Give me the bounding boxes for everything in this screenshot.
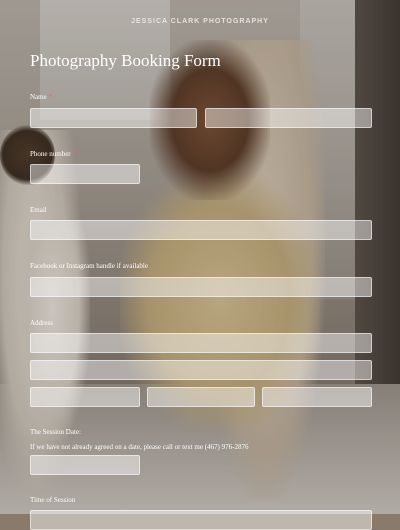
address-city-input[interactable] [30, 387, 140, 407]
address-label: Address [30, 319, 53, 327]
email-label: Email [30, 206, 47, 214]
social-handle-label: Facebook or Instagram handle if availabl… [30, 262, 148, 270]
address-line1-input[interactable] [30, 333, 372, 353]
phone-label: Phone number * [30, 150, 76, 158]
form-title: Photography Booking Form [30, 51, 221, 70]
session-date-note: If we have not already agreed on a date,… [30, 443, 249, 451]
session-time-label: Time of Session [30, 496, 76, 504]
email-input[interactable] [30, 220, 372, 240]
brand-logo-text: JESSICA CLARK PHOTOGRAPHY [131, 18, 269, 25]
name-label-text: Name [30, 93, 47, 101]
last-name-input[interactable] [205, 108, 372, 128]
booking-form: JESSICA CLARK PHOTOGRAPHY Photography Bo… [0, 0, 400, 530]
address-zip-input[interactable] [262, 387, 372, 407]
address-state-input[interactable] [147, 387, 255, 407]
session-time-input[interactable] [30, 510, 372, 530]
session-date-input[interactable] [30, 455, 140, 475]
required-mark: * [48, 93, 52, 101]
phone-label-text: Phone number [30, 150, 71, 158]
phone-input[interactable] [30, 164, 140, 184]
name-label: Name * [30, 93, 52, 101]
social-handle-input[interactable] [30, 277, 372, 297]
first-name-input[interactable] [30, 108, 197, 128]
address-line2-input[interactable] [30, 360, 372, 380]
session-date-label: The Session Date: [30, 428, 81, 436]
required-mark: * [72, 150, 76, 158]
